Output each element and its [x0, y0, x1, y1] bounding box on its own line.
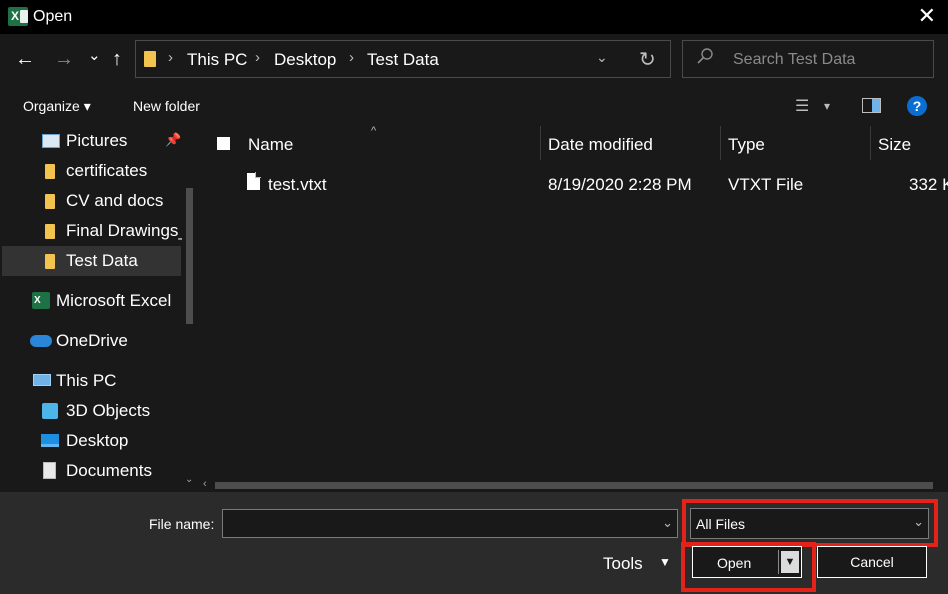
folder-icon	[144, 51, 156, 67]
scroll-down-icon[interactable]: ⌄	[185, 474, 193, 485]
breadcrumb-separator[interactable]: ›	[168, 49, 173, 66]
pictures-icon	[42, 134, 60, 148]
file-name-cell[interactable]: test.vtxt	[268, 175, 327, 195]
sidebar-item-label: This PC	[56, 371, 117, 390]
file-icon	[247, 172, 261, 190]
refresh-icon[interactable]: ↻	[639, 47, 656, 72]
sidebar-item-label: CV and docs	[66, 191, 164, 210]
breadcrumb-separator[interactable]: ›	[255, 49, 260, 66]
horizontal-scrollbar[interactable]: ‹	[198, 478, 948, 492]
onedrive-icon	[30, 335, 52, 347]
folder-icon	[45, 254, 55, 269]
sidebar-scrollbar[interactable]: ⌄	[182, 126, 196, 492]
excel-icon: X	[8, 7, 28, 26]
view-options-icon[interactable]: ☰	[795, 96, 809, 116]
scrollbar-thumb[interactable]	[186, 188, 193, 324]
filter-highlight-box	[682, 499, 938, 547]
pin-icon[interactable]: 📌	[165, 132, 181, 148]
scroll-left-icon[interactable]: ‹	[203, 478, 207, 490]
column-header-date-modified[interactable]: Date modified	[541, 126, 721, 160]
open-highlight-box	[681, 542, 816, 592]
desktop-icon	[41, 434, 59, 447]
title-bar: X Open ✕	[0, 0, 948, 34]
back-button[interactable]: ←	[15, 48, 35, 70]
close-icon[interactable]: ✕	[918, 4, 936, 28]
excel-icon-letter: X	[34, 295, 41, 306]
column-header-label: Size	[878, 135, 912, 154]
column-header-size[interactable]: Size	[871, 126, 948, 160]
sidebar-item-onedrive[interactable]: OneDrive	[0, 326, 184, 356]
navigation-pane: Pictures 📌 certificates CV and docs Fina…	[0, 126, 198, 492]
file-list: Name ^ Date modified Type Size test.vtxt…	[198, 125, 948, 492]
sidebar-item-label: 3D Objects	[66, 401, 151, 420]
sidebar-item-cv-and-docs[interactable]: CV and docs	[0, 186, 184, 216]
breadcrumb-desktop[interactable]: Desktop	[274, 50, 336, 70]
sidebar-item-label: Microsoft Excel	[56, 291, 172, 310]
column-header-label: Type	[728, 135, 765, 154]
sidebar-item-certificates[interactable]: certificates	[0, 156, 184, 186]
sort-ascending-icon: ^	[371, 125, 377, 137]
file-name-field[interactable]: ⌄	[222, 509, 678, 538]
sidebar-item-3d-objects[interactable]: 3D Objects	[0, 396, 184, 426]
help-icon[interactable]: ?	[907, 96, 927, 116]
command-toolbar: Organize ▾ New folder ☰ ▾ ?	[0, 86, 948, 126]
column-header-name[interactable]: Name ^	[198, 125, 541, 160]
sidebar-item-label: Pictures	[66, 131, 128, 150]
file-type-cell: VTXT File	[728, 175, 804, 194]
folder-icon	[45, 164, 55, 179]
sidebar-item-desktop[interactable]: Desktop	[0, 426, 184, 456]
sidebar-item-label: Test Data	[66, 251, 138, 270]
file-size-cell: 332 K	[909, 175, 948, 194]
sidebar-item-pictures[interactable]: Pictures 📌	[0, 126, 184, 156]
scrollbar-thumb[interactable]	[215, 482, 933, 489]
view-dropdown-icon[interactable]: ▾	[824, 99, 830, 113]
sidebar-item-documents[interactable]: Documents	[0, 456, 184, 486]
address-dropdown-icon[interactable]: ⌄	[596, 49, 608, 66]
address-bar[interactable]: › This PC › Desktop › Test Data ⌄ ↻	[135, 40, 671, 78]
sidebar-item-label: Documents	[66, 461, 152, 480]
dialog-footer: File name: ⌄ All Files ⌄ Tools ▼ Open ▼ …	[0, 492, 948, 594]
tools-dropdown-icon[interactable]: ▼	[659, 555, 671, 569]
sidebar-item-label: certificates	[66, 161, 148, 180]
breadcrumb-test-data[interactable]: Test Data	[367, 50, 439, 70]
sidebar-item-label: Final Drawings_	[66, 221, 188, 240]
sidebar-item-microsoft-excel[interactable]: X Microsoft Excel	[0, 286, 184, 316]
sidebar-item-label: OneDrive	[56, 331, 128, 350]
navigation-bar: ← → ⌄ ↑ › This PC › Desktop › Test Data …	[0, 34, 948, 86]
tools-menu[interactable]: Tools	[603, 554, 643, 574]
window-title: Open	[33, 8, 73, 25]
excel-icon-letter: X	[11, 9, 20, 23]
file-name-label: File name:	[149, 516, 215, 532]
forward-button[interactable]: →	[54, 48, 74, 70]
column-header-type[interactable]: Type	[721, 126, 871, 160]
search-placeholder: Search Test Data	[733, 51, 856, 68]
new-folder-button[interactable]: New folder	[133, 98, 200, 114]
cancel-button[interactable]: Cancel	[817, 546, 927, 578]
chevron-down-icon[interactable]: ⌄	[662, 515, 673, 531]
breadcrumb-this-pc[interactable]: This PC	[187, 50, 247, 70]
sidebar-item-label: Desktop	[66, 431, 129, 450]
sidebar-item-this-pc[interactable]: This PC	[0, 366, 184, 396]
recent-locations-button[interactable]: ⌄	[88, 45, 101, 67]
folder-icon	[45, 194, 55, 209]
preview-pane-icon[interactable]	[862, 98, 881, 113]
column-header-label: Name	[248, 135, 294, 154]
documents-icon	[43, 462, 56, 479]
sidebar-item-final-drawings[interactable]: Final Drawings_	[0, 216, 188, 246]
search-input[interactable]: Search Test Data	[682, 40, 934, 78]
up-button[interactable]: ↑	[112, 48, 122, 70]
file-date-cell: 8/19/2020 2:28 PM	[548, 175, 692, 194]
organize-menu[interactable]: Organize ▾	[23, 98, 91, 115]
folder-icon	[45, 224, 55, 239]
sidebar-item-test-data[interactable]: Test Data	[2, 246, 181, 276]
search-icon	[697, 48, 713, 64]
3d-objects-icon	[42, 403, 58, 419]
column-header-label: Date modified	[548, 135, 653, 154]
select-all-checkbox[interactable]	[217, 137, 230, 150]
this-pc-icon	[33, 374, 51, 386]
excel-icon: X	[32, 292, 50, 309]
breadcrumb-separator[interactable]: ›	[349, 49, 354, 66]
